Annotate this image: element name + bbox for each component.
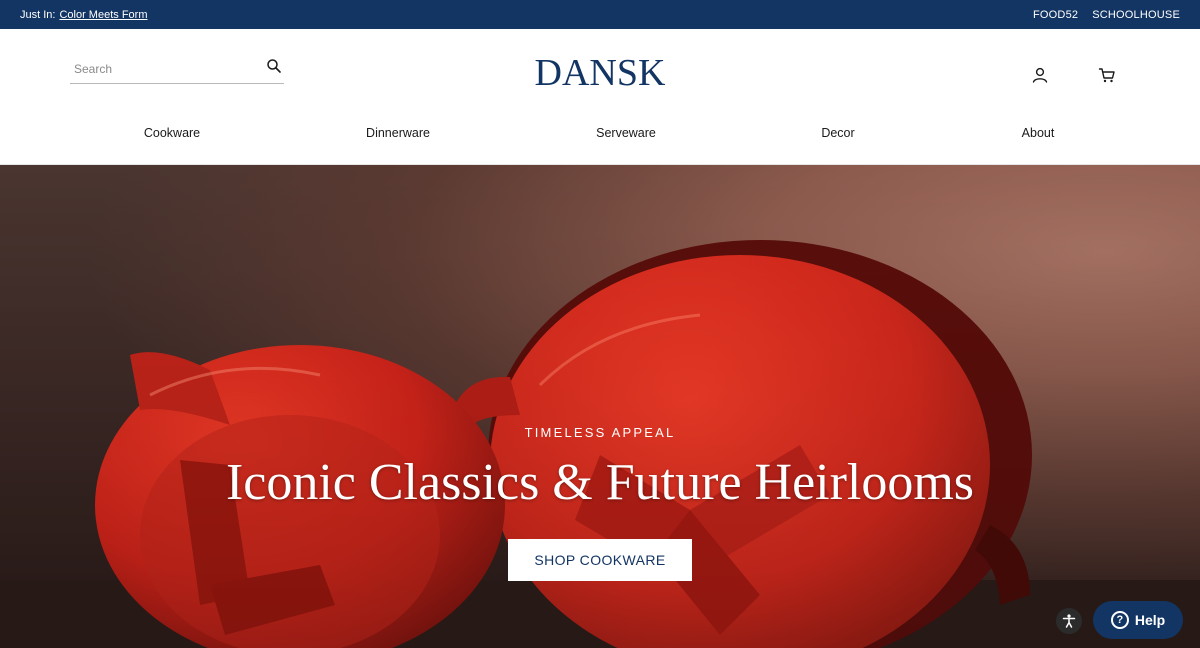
announcement: Just In: Color Meets Form xyxy=(20,9,148,21)
cart-icon[interactable] xyxy=(1098,66,1116,84)
help-icon: ? xyxy=(1110,611,1129,629)
hero-eyebrow: TIMELESS APPEAL xyxy=(524,425,676,440)
brand-link-food52[interactable]: FOOD52 xyxy=(1033,9,1078,21)
dansk-logo[interactable]: DANSK xyxy=(0,51,1200,95)
site-header: DANSK Cookware Dinnerware Serveware Deco… xyxy=(0,29,1200,165)
nav-item-dinnerware[interactable]: Dinnerware xyxy=(366,126,430,140)
sister-brands: FOOD52 SCHOOLHOUSE xyxy=(1033,9,1180,21)
announcement-prefix: Just In: xyxy=(20,8,56,21)
nav-item-decor[interactable]: Decor xyxy=(821,126,854,140)
nav-item-about[interactable]: About xyxy=(1022,126,1055,140)
main-nav: Cookware Dinnerware Serveware Decor Abou… xyxy=(0,126,1200,146)
brand-link-schoolhouse[interactable]: SCHOOLHOUSE xyxy=(1092,9,1180,21)
shop-cookware-button[interactable]: SHOP COOKWARE xyxy=(508,539,692,581)
accessibility-button[interactable] xyxy=(1056,608,1082,634)
help-label: Help xyxy=(1134,612,1166,628)
announcement-link[interactable]: Color Meets Form xyxy=(59,9,147,21)
account-icon[interactable] xyxy=(1031,66,1049,84)
announcement-bar: Just In: Color Meets Form FOOD52 SCHOOLH… xyxy=(0,0,1200,29)
hero-banner: TIMELESS APPEAL Iconic Classics & Future… xyxy=(0,165,1200,648)
accessibility-icon xyxy=(1062,614,1076,628)
nav-item-cookware[interactable]: Cookware xyxy=(144,126,200,140)
nav-item-serveware[interactable]: Serveware xyxy=(596,126,656,140)
help-button[interactable]: ? Help xyxy=(1093,601,1183,639)
hero-headline: Iconic Classics & Future Heirlooms xyxy=(225,454,975,511)
